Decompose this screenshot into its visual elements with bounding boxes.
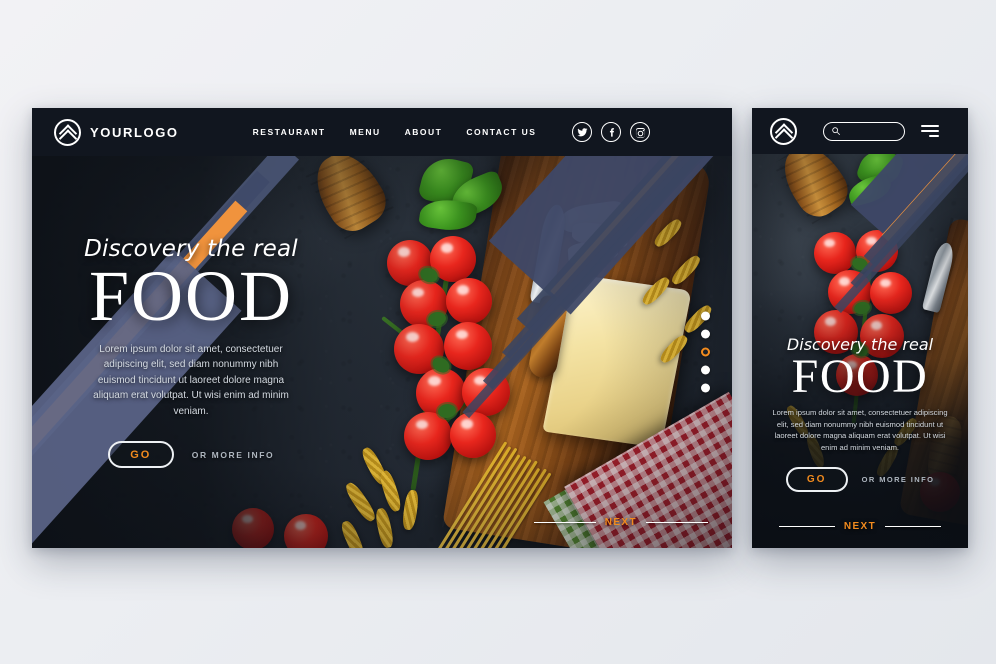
mobile-hero-content: Discovery the real FOOD Lorem ipsum dolo… (752, 335, 968, 492)
nav-link-about[interactable]: ABOUT (405, 127, 443, 137)
nav-link-menu[interactable]: MENU (350, 127, 381, 137)
primary-nav: RESTAURANT MENU ABOUT CONTACT US (253, 127, 537, 137)
next-label: NEXT (604, 517, 637, 528)
hero-headline: FOOD (88, 255, 294, 336)
carousel-dots (701, 311, 710, 393)
hero-cta-row: GO OR MORE INFO (785, 467, 935, 492)
next-rule-right (646, 521, 708, 524)
cherry-tomato (404, 412, 452, 460)
go-button[interactable]: GO (107, 441, 174, 469)
instagram-icon[interactable] (630, 122, 651, 142)
carousel-dot-5[interactable] (701, 383, 710, 393)
nav-link-restaurant[interactable]: RESTAURANT (253, 127, 326, 137)
carousel-dot-2[interactable] (701, 329, 710, 339)
cherry-tomato (462, 368, 510, 416)
next-slide-control[interactable]: NEXT (533, 517, 708, 528)
facebook-icon[interactable] (601, 122, 622, 142)
next-slide-control[interactable]: NEXT (752, 521, 968, 532)
search-input[interactable] (823, 121, 905, 141)
next-rule-left (778, 525, 835, 528)
more-info-link[interactable]: OR MORE INFO (192, 450, 274, 460)
hamburger-icon[interactable] (921, 125, 939, 137)
chevron-up-circle-icon[interactable] (770, 117, 797, 145)
go-button[interactable]: GO (785, 467, 848, 492)
mobile-landing-page-mockup: Discovery the real FOOD Lorem ipsum dolo… (752, 108, 968, 548)
mobile-navbar (752, 108, 968, 154)
next-rule-right (885, 525, 942, 528)
cherry-tomato (444, 322, 492, 370)
cherry-tomato (446, 278, 492, 324)
search-icon (832, 127, 841, 136)
desktop-hero-stage: Discovery the real FOOD Lorem ipsum dolo… (32, 156, 732, 548)
cherry-tomato (814, 232, 856, 274)
carousel-dot-3-active[interactable] (701, 347, 710, 357)
desktop-navbar: YOURLOGO RESTAURANT MENU ABOUT CONTACT U… (32, 108, 732, 156)
more-info-link[interactable]: OR MORE INFO (862, 475, 935, 484)
brand-logo[interactable]: YOURLOGO (54, 118, 179, 146)
carousel-dot-4[interactable] (701, 365, 710, 375)
hero-blurb: Lorem ipsum dolor sit amet, consectetuer… (93, 343, 289, 417)
nav-link-contact-us[interactable]: CONTACT US (466, 127, 536, 137)
carousel-dot-1[interactable] (701, 311, 710, 321)
hero-content: Discovery the real FOOD Lorem ipsum dolo… (32, 156, 350, 548)
twitter-icon[interactable] (572, 122, 593, 142)
hero-blurb: Lorem ipsum dolor sit amet, consectetuer… (772, 408, 948, 452)
chevron-up-circle-icon (54, 118, 81, 146)
cherry-tomato (870, 272, 912, 314)
next-label: NEXT (843, 521, 877, 532)
desktop-landing-page-mockup: YOURLOGO RESTAURANT MENU ABOUT CONTACT U… (32, 108, 732, 548)
mobile-hero-stage: Discovery the real FOOD Lorem ipsum dolo… (752, 154, 968, 548)
next-rule-left (533, 521, 596, 524)
hero-headline: FOOD (791, 349, 929, 403)
hero-cta-row: GO OR MORE INFO (107, 441, 274, 469)
brand-name: YOURLOGO (90, 124, 179, 140)
social-links (572, 122, 651, 142)
cherry-tomato (450, 412, 496, 458)
